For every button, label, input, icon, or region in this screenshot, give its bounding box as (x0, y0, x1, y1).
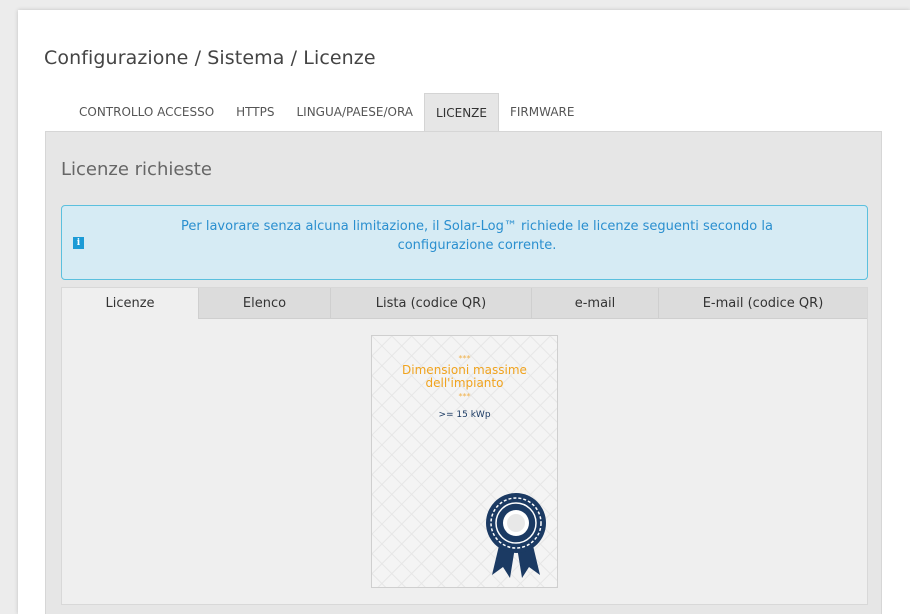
info-icon: i (73, 237, 84, 249)
tab-licenze[interactable]: LICENZE (424, 93, 499, 132)
info-alert: i Per lavorare senza alcuna limitazione,… (61, 205, 868, 280)
license-title: Dimensioni massime dell'impianto (402, 363, 527, 390)
subtab-email-qr[interactable]: E-mail (codice QR) (659, 288, 867, 319)
tab-https[interactable]: HTTPS (225, 93, 285, 131)
license-stars-top: *** (458, 354, 471, 363)
tab-controllo-accesso[interactable]: CONTROLLO ACCESSO (68, 93, 225, 131)
tab-firmware[interactable]: FIRMWARE (499, 93, 585, 131)
licenses-panel: Licenze richieste i Per lavorare senza a… (45, 131, 882, 614)
subtab-lista-qr[interactable]: Lista (codice QR) (331, 288, 532, 319)
subtab-email[interactable]: e-mail (532, 288, 659, 319)
license-tabs-container: Licenze Elenco Lista (codice QR) e-mail … (61, 287, 868, 605)
license-stars-bottom: *** (458, 392, 471, 401)
subtab-licenze[interactable]: Licenze (62, 288, 199, 319)
license-certificate-card: *** Dimensioni massime dell'impianto ***… (371, 335, 558, 588)
license-subtab-bar: Licenze Elenco Lista (codice QR) e-mail … (62, 288, 867, 319)
license-value: >= 15 kWp (438, 410, 491, 420)
tab-lingua-paese-ora[interactable]: LINGUA/PAESE/ORA (285, 93, 424, 131)
subtab-elenco[interactable]: Elenco (199, 288, 331, 319)
top-tab-bar: CONTROLLO ACCESSO HTTPS LINGUA/PAESE/ORA… (68, 93, 585, 132)
page-title: Configurazione / Sistema / Licenze (44, 47, 376, 69)
info-message: Per lavorare senza alcuna limitazione, i… (181, 219, 773, 253)
award-rosette-icon (486, 493, 546, 578)
section-title: Licenze richieste (61, 159, 212, 180)
